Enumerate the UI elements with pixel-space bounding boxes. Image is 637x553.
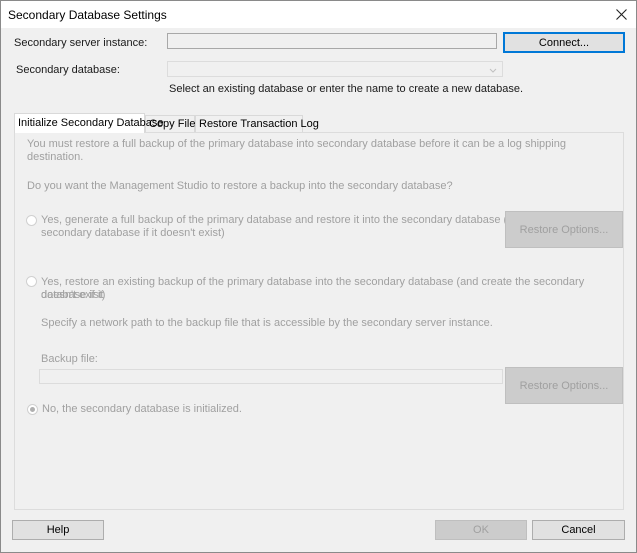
title-bar: Secondary Database Settings	[1, 1, 636, 28]
restore-options-button-1[interactable]: Restore Options...	[505, 211, 623, 248]
radio-already-initialized[interactable]	[27, 404, 38, 415]
window-title: Secondary Database Settings	[8, 8, 167, 22]
option1-text-line2: secondary database if it doesn't exist)	[41, 227, 225, 239]
close-x-icon	[615, 9, 627, 20]
server-instance-label: Secondary server instance:	[14, 37, 148, 49]
server-instance-field[interactable]	[167, 33, 497, 49]
chevron-down-icon	[489, 68, 497, 73]
dialog-window: Secondary Database Settings Secondary se…	[0, 0, 637, 553]
radio-restore-existing-backup[interactable]	[26, 276, 37, 287]
backup-file-field[interactable]	[39, 369, 503, 384]
secondary-database-combobox[interactable]	[167, 61, 503, 77]
database-hint: Select an existing database or enter the…	[169, 83, 524, 95]
tab-initialize-secondary-database[interactable]: Initialize Secondary Database	[14, 113, 164, 133]
close-button[interactable]	[606, 1, 636, 28]
ok-button[interactable]: OK	[435, 520, 527, 540]
connect-button[interactable]: Connect...	[503, 32, 625, 53]
tab-panel-initialize: You must restore a full backup of the pr…	[14, 132, 624, 510]
secondary-database-label: Secondary database:	[16, 64, 120, 76]
option2-text-line1: Yes, restore an existing backup of the p…	[41, 276, 585, 301]
radio-generate-full-backup[interactable]	[26, 215, 37, 226]
network-path-hint: Specify a network path to the backup fil…	[41, 317, 493, 329]
option2-text-line2: doesn't exist)	[41, 289, 106, 301]
restore-options-button-2[interactable]: Restore Options...	[505, 367, 623, 404]
cancel-button[interactable]: Cancel	[532, 520, 625, 540]
option1-text-line1: Yes, generate a full backup of the prima…	[41, 214, 578, 226]
option3-text: No, the secondary database is initialize…	[42, 403, 242, 415]
tab-restore-transaction-log[interactable]: Restore Transaction Log	[195, 115, 319, 133]
question-text: Do you want the Management Studio to res…	[27, 180, 453, 192]
help-button[interactable]: Help	[12, 520, 104, 540]
backup-file-label: Backup file:	[41, 353, 98, 365]
intro-text: You must restore a full backup of the pr…	[27, 138, 566, 163]
